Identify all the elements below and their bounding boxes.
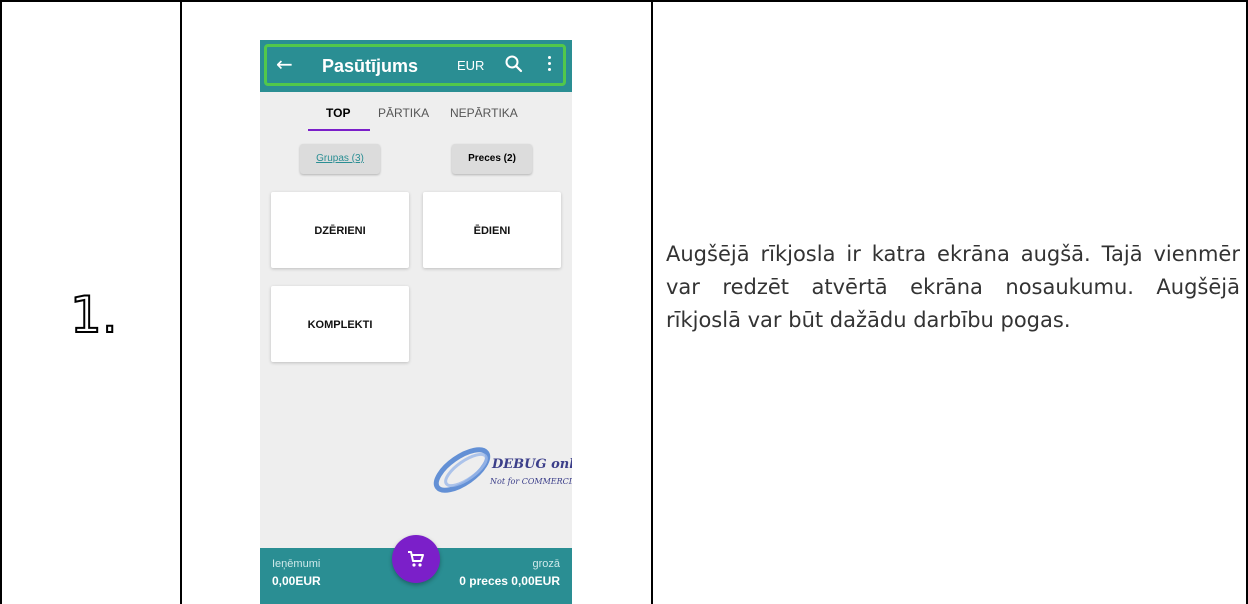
income-value: 0,00EUR bbox=[272, 574, 321, 588]
tab-top[interactable]: TOP bbox=[326, 106, 350, 120]
table-top-border bbox=[0, 0, 1248, 2]
step-number: 1. bbox=[69, 285, 119, 345]
arrow-left-icon[interactable]: ← bbox=[276, 53, 293, 75]
goods-button[interactable]: Preces (2) bbox=[452, 144, 532, 174]
tab-nepartika[interactable]: NEPĀRTIKA bbox=[450, 106, 518, 120]
card-label: DZĒRIENI bbox=[314, 225, 366, 237]
currency-button[interactable]: EUR bbox=[457, 58, 484, 74]
table-column-divider-1 bbox=[180, 0, 182, 604]
instruction-table: 1. ← Pasūtījums EUR TOP PĀRTIKA NEPĀRTIK… bbox=[0, 0, 1248, 604]
active-tab-indicator bbox=[308, 129, 370, 131]
category-card-food[interactable]: ĒDIENI bbox=[423, 192, 561, 268]
cart-button[interactable] bbox=[392, 535, 440, 583]
card-label: KOMPLEKTI bbox=[307, 319, 373, 331]
step-description: Augšējā rīkjosla ir katra ekrāna augšā. … bbox=[666, 242, 1240, 332]
debug-watermark: DEBUG only Not for COMMERCIAL bbox=[430, 445, 572, 505]
tab-partika[interactable]: PĀRTIKA bbox=[378, 106, 429, 120]
cart-icon bbox=[408, 551, 424, 567]
screen-title: Pasūtījums bbox=[322, 56, 419, 76]
category-card-drinks[interactable]: DZĒRIENI bbox=[271, 192, 409, 268]
card-label: ĒDIENI bbox=[473, 225, 511, 237]
watermark-line2: Not for COMMERCIAL bbox=[490, 477, 572, 486]
cart-value: 0 preces 0,00EUR bbox=[459, 574, 560, 588]
table-left-border bbox=[0, 0, 2, 604]
top-toolbar: ← Pasūtījums EUR bbox=[260, 40, 572, 92]
table-column-divider-2 bbox=[651, 0, 653, 604]
search-icon[interactable] bbox=[504, 54, 524, 74]
tab-bar: TOP PĀRTIKA NEPĀRTIKA bbox=[260, 92, 572, 136]
category-card-sets[interactable]: KOMPLEKTI bbox=[271, 286, 409, 362]
cart-label: grozā bbox=[532, 558, 560, 570]
groups-button[interactable]: Grupas (3) bbox=[300, 144, 380, 174]
watermark-logo bbox=[433, 447, 491, 493]
income-label: Ieņēmumi bbox=[272, 558, 321, 570]
watermark-line1: DEBUG only bbox=[492, 457, 572, 472]
more-vert-icon[interactable] bbox=[546, 56, 552, 74]
app-screenshot: ← Pasūtījums EUR TOP PĀRTIKA NEPĀRTIKA G… bbox=[260, 40, 572, 604]
